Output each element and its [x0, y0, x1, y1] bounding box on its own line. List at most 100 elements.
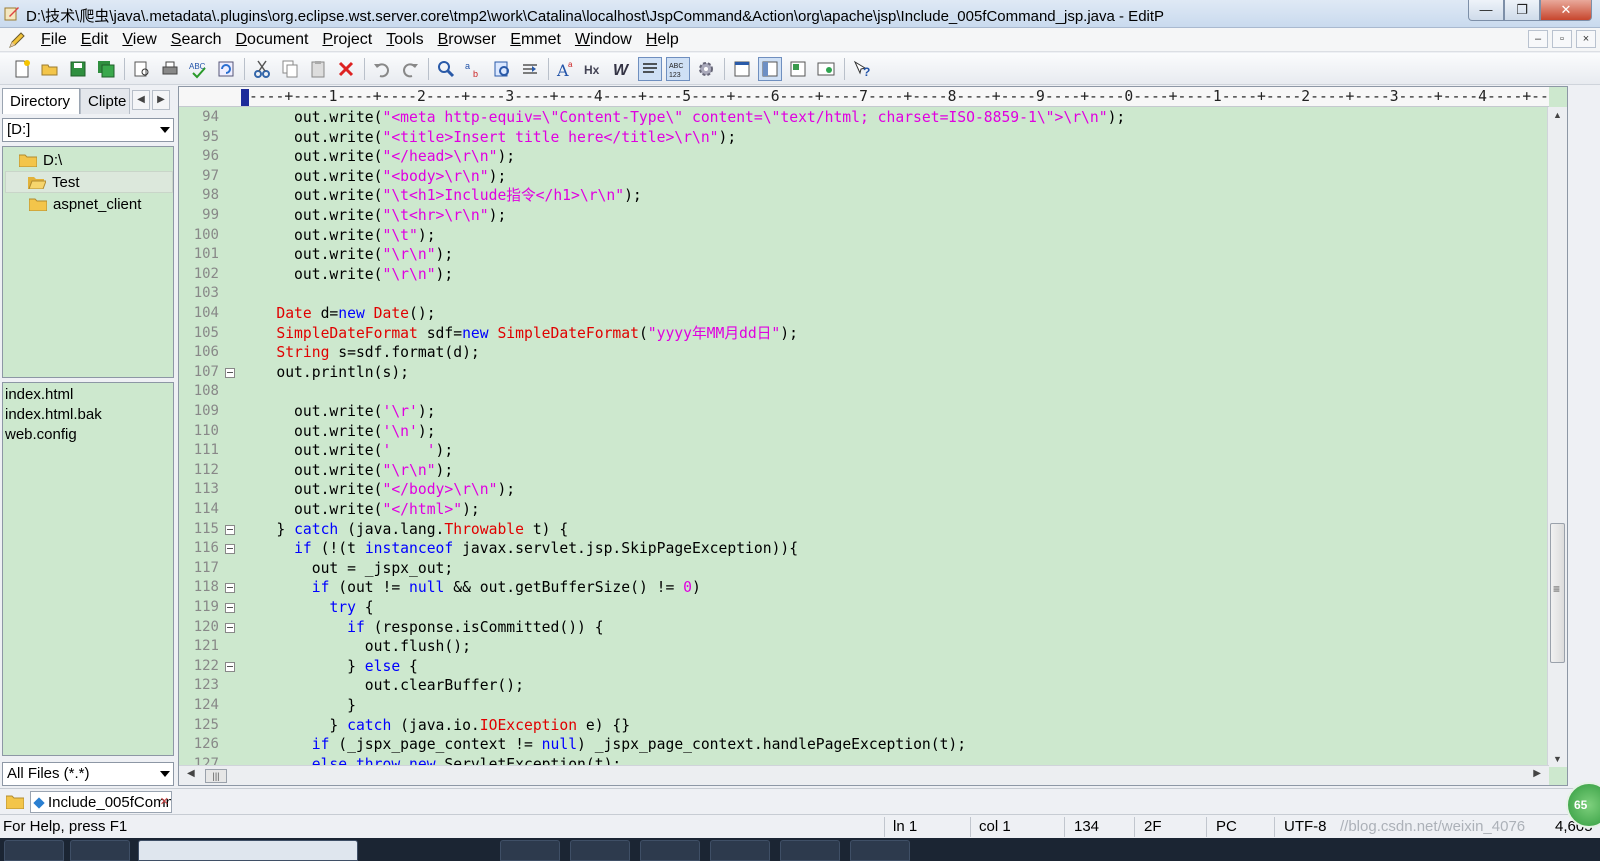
scroll-down-button[interactable]: ▼	[1548, 751, 1567, 767]
browser-preview-button[interactable]	[814, 57, 838, 81]
code-line[interactable]: if (out != null && out.getBufferSize() !…	[241, 578, 1547, 598]
menu-item[interactable]: Project	[315, 31, 379, 49]
code-line[interactable]: if (!(t instanceof javax.servlet.jsp.Ski…	[241, 539, 1547, 559]
tree-item-root[interactable]: D:\	[19, 149, 62, 171]
replace-button[interactable]: ab	[462, 57, 486, 81]
code-line[interactable]: out.write("\t<h1>Include指令</h1>\r\n");	[241, 186, 1547, 206]
tab-scroll-right-button[interactable]: ▶	[152, 90, 170, 110]
code-line[interactable]: out.write("\r\n");	[241, 461, 1547, 481]
preferences-button[interactable]	[694, 57, 718, 81]
code-line[interactable]: out.write("<body>\r\n");	[241, 167, 1547, 187]
taskbar-item[interactable]	[640, 840, 700, 861]
taskbar-item[interactable]	[780, 840, 840, 861]
code-line[interactable]: out.write("</head>\r\n");	[241, 147, 1547, 167]
delete-button[interactable]	[334, 57, 358, 81]
scroll-up-button[interactable]: ▲	[1548, 107, 1567, 123]
code-line[interactable]	[241, 382, 1547, 402]
code-line[interactable]: out.write("\t");	[241, 226, 1547, 246]
redo-button[interactable]	[398, 57, 422, 81]
taskbar-item[interactable]	[850, 840, 910, 861]
code-line[interactable]: out = _jspx_out;	[241, 559, 1547, 579]
fold-toggle-icon[interactable]	[225, 622, 235, 633]
refresh-button[interactable]	[214, 57, 238, 81]
tab-cliptext[interactable]: Clipte	[80, 88, 130, 114]
save-all-button[interactable]	[94, 57, 118, 81]
font-button[interactable]: Aa	[554, 57, 578, 81]
menu-item[interactable]: Document	[228, 31, 315, 49]
code-line[interactable]: out.write("</body>\r\n");	[241, 480, 1547, 500]
code-line[interactable]: } else {	[241, 657, 1547, 677]
code-line[interactable]: out.write(' ');	[241, 441, 1547, 461]
horizontal-scroll-thumb[interactable]: |||	[205, 769, 227, 783]
code-editor[interactable]: ----+----1----+----2----+----3----+----4…	[178, 86, 1568, 786]
code-line[interactable]: out.write("<title>Insert title here</tit…	[241, 128, 1547, 148]
restore-button[interactable]: ❐	[1504, 0, 1540, 21]
mdi-minimize-button[interactable]: –	[1528, 30, 1548, 48]
menu-item[interactable]: Window	[568, 31, 639, 49]
close-button[interactable]: ✕	[1540, 0, 1592, 21]
spell-check-button[interactable]: ABC	[186, 57, 210, 81]
output-window-button[interactable]	[730, 57, 754, 81]
vertical-scroll-thumb[interactable]	[1550, 523, 1565, 663]
code-line[interactable]: SimpleDateFormat sdf=new SimpleDateForma…	[241, 324, 1547, 344]
file-item[interactable]: web.config	[3, 425, 173, 445]
word-wrap-button[interactable]: W	[610, 57, 634, 81]
code-line[interactable]: out.write("<meta http-equiv=\"Content-Ty…	[241, 108, 1547, 128]
file-item[interactable]: index.html	[3, 385, 173, 405]
menu-item[interactable]: File	[34, 31, 74, 49]
find-in-files-button[interactable]	[490, 57, 514, 81]
paste-button[interactable]	[306, 57, 330, 81]
tree-item-test[interactable]: Test	[5, 171, 173, 193]
code-area[interactable]: out.write("<meta http-equiv=\"Content-Ty…	[241, 107, 1547, 767]
file-item[interactable]: index.html.bak	[3, 405, 173, 425]
minimize-button[interactable]: —	[1468, 0, 1504, 21]
fold-toggle-icon[interactable]	[225, 603, 235, 613]
tree-item-aspnet-client[interactable]: aspnet_client	[29, 193, 141, 215]
mdi-restore-button[interactable]: ▫	[1552, 30, 1572, 48]
scroll-right-button[interactable]: ▶	[1533, 768, 1541, 779]
fold-toggle-icon[interactable]	[225, 544, 235, 555]
code-line[interactable]: } catch (java.lang.Throwable t) {	[241, 520, 1547, 540]
print-preview-button[interactable]	[130, 57, 154, 81]
menu-item[interactable]: Browser	[431, 31, 504, 49]
cut-button[interactable]	[250, 57, 274, 81]
code-line[interactable]: Date d=new Date();	[241, 304, 1547, 324]
fold-toggle-icon[interactable]	[225, 583, 235, 594]
fold-toggle-icon[interactable]	[225, 661, 235, 672]
code-line[interactable]: out.write('\n');	[241, 422, 1547, 442]
line-wrap-toggle[interactable]	[638, 56, 662, 81]
menu-item[interactable]: Help	[639, 31, 686, 49]
taskbar-item[interactable]	[710, 840, 770, 861]
menu-item[interactable]: Tools	[379, 31, 430, 49]
open-file-button[interactable]	[38, 57, 62, 81]
line-numbers-toggle[interactable]: ABC 123	[666, 56, 690, 81]
code-line[interactable]: out.write("\r\n");	[241, 265, 1547, 285]
code-line[interactable]	[241, 284, 1547, 304]
cliptext-window-button[interactable]	[786, 57, 810, 81]
file-filter-select[interactable]: All Files (*.*)	[2, 762, 174, 786]
new-file-button[interactable]	[10, 57, 34, 81]
code-line[interactable]: }	[241, 696, 1547, 716]
horizontal-scrollbar[interactable]: ◀ ||| ▶	[179, 765, 1549, 785]
taskbar-item[interactable]	[4, 840, 64, 861]
code-line[interactable]: out.println(s);	[241, 363, 1547, 383]
fold-toggle-icon[interactable]	[225, 367, 235, 378]
code-line[interactable]: out.clearBuffer();	[241, 676, 1547, 696]
mdi-close-button[interactable]: ×	[1576, 30, 1596, 48]
code-line[interactable]: out.write("\r\n");	[241, 245, 1547, 265]
vertical-scrollbar[interactable]: ▲ ▼	[1547, 107, 1567, 767]
code-line[interactable]: if (_jspx_page_context != null) _jspx_pa…	[241, 735, 1547, 755]
find-button[interactable]	[434, 57, 458, 81]
code-line[interactable]: out.write("\t<hr>\r\n");	[241, 206, 1547, 226]
taskbar-item[interactable]	[138, 840, 358, 861]
taskbar-item[interactable]	[570, 840, 630, 861]
help-button[interactable]: ?	[850, 57, 874, 81]
tab-scroll-left-button[interactable]: ◀	[132, 90, 150, 110]
close-tab-icon[interactable]: ✕	[160, 795, 169, 808]
html-toolbar-button[interactable]: Hx	[582, 57, 606, 81]
code-line[interactable]: try {	[241, 598, 1547, 618]
document-tab[interactable]: Include_005fCommand_jsp.java ✕	[30, 791, 172, 813]
taskbar-item[interactable]	[70, 840, 130, 861]
directory-window-button[interactable]	[758, 56, 782, 81]
menu-item[interactable]: View	[115, 31, 163, 49]
